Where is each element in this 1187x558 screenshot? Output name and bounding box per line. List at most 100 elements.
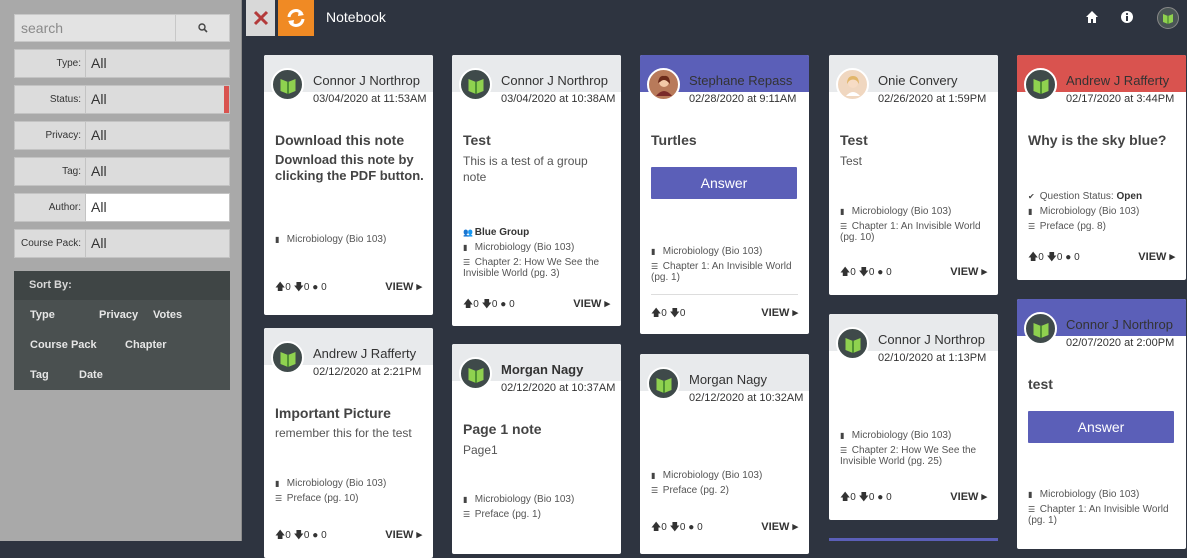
- comment-icon[interactable]: ●: [688, 522, 694, 533]
- chapter-name: Preface (pg. 8): [1039, 221, 1106, 232]
- answer-button[interactable]: Answer: [1028, 411, 1174, 443]
- view-link[interactable]: VIEW ▸: [950, 490, 987, 503]
- view-link[interactable]: VIEW ▸: [950, 265, 987, 278]
- view-link[interactable]: VIEW ▸: [385, 528, 422, 541]
- course-pack-filter-select[interactable]: All: [86, 229, 230, 258]
- author-name: Connor J Northrop: [1066, 317, 1173, 332]
- author-filter: Author: All: [14, 193, 230, 222]
- downvote-icon[interactable]: 🡇: [294, 282, 304, 293]
- downvote-icon[interactable]: 🡇: [482, 299, 492, 310]
- note-body: Page1: [463, 443, 498, 457]
- chapter-name: Chapter 2: How We See the Invisible Worl…: [840, 445, 977, 467]
- comment-icon[interactable]: ●: [312, 282, 318, 293]
- sort-type[interactable]: Type: [30, 309, 55, 321]
- privacy-filter-select[interactable]: All: [86, 121, 230, 150]
- view-link[interactable]: VIEW ▸: [761, 306, 798, 319]
- upvote-icon[interactable]: 🡅: [1028, 252, 1038, 263]
- sort-course-pack[interactable]: Course Pack: [30, 339, 97, 351]
- author-name: Connor J Northrop: [501, 73, 608, 88]
- note-card[interactable]: Connor J Northrop 02/10/2020 at 1:13PM ▮…: [829, 314, 998, 520]
- sort-title: Sort By:: [14, 271, 230, 300]
- home-icon[interactable]: [1085, 10, 1099, 24]
- status-filter-value: All: [91, 91, 107, 107]
- note-card[interactable]: Morgan Nagy 02/12/2020 at 10:32AM ▮ Micr…: [640, 354, 809, 554]
- chapter-tag: ☰ Chapter 1: An Invisible World (pg. 10): [840, 221, 990, 243]
- note-card[interactable]: Morgan Nagy 02/12/2020 at 10:37AM Page 1…: [452, 344, 621, 554]
- sort-votes[interactable]: Votes: [153, 309, 182, 321]
- book-logo-icon: [1033, 78, 1048, 94]
- comment-icon[interactable]: ●: [877, 267, 883, 278]
- author-name: Andrew J Rafferty: [1066, 73, 1170, 88]
- sort-panel: Sort By: Type Privacy Votes Course Pack …: [14, 271, 230, 390]
- downvote-icon[interactable]: 🡇: [859, 267, 869, 278]
- upvote-icon[interactable]: 🡅: [463, 299, 473, 310]
- comment-icon[interactable]: ●: [312, 530, 318, 541]
- note-card[interactable]: Andrew J Rafferty 02/12/2020 at 2:21PM I…: [264, 328, 433, 558]
- author-name: Connor J Northrop: [878, 332, 985, 347]
- upvote-icon[interactable]: 🡅: [275, 530, 285, 541]
- chapter-name: Chapter 2: How We See the Invisible Worl…: [463, 257, 600, 279]
- author-avatar: [271, 68, 304, 101]
- status-filter-select[interactable]: All: [86, 85, 230, 114]
- author-filter-input[interactable]: All: [86, 193, 230, 222]
- note-card[interactable]: Connor J Northrop 03/04/2020 at 11:53AM …: [264, 55, 433, 315]
- search-button[interactable]: [175, 14, 230, 42]
- search-input[interactable]: search: [14, 14, 175, 42]
- tag-filter-select[interactable]: All: [86, 157, 230, 186]
- comment-icon[interactable]: ●: [877, 492, 883, 503]
- refresh-button[interactable]: [278, 0, 314, 36]
- author-avatar: [647, 68, 680, 101]
- user-avatar[interactable]: [1157, 7, 1179, 29]
- person-photo-icon: [655, 75, 672, 96]
- book-logo-icon: [468, 367, 483, 383]
- note-date: 02/17/2020 at 3:44PM: [1066, 93, 1175, 105]
- upvote-icon[interactable]: 🡅: [840, 267, 850, 278]
- question-card[interactable]: Connor J Northrop 02/07/2020 at 2:00PM t…: [1017, 299, 1186, 549]
- vote-counts: 🡅0 🡇0 ● 0: [275, 530, 327, 541]
- downvote-icon[interactable]: 🡇: [1047, 252, 1057, 263]
- type-filter-select[interactable]: All: [86, 49, 230, 78]
- downvote-icon[interactable]: 🡇: [670, 308, 680, 319]
- list-icon: ☰: [1028, 505, 1036, 514]
- close-button[interactable]: [246, 0, 275, 36]
- author-name: Connor J Northrop: [313, 73, 420, 88]
- note-date: 02/12/2020 at 10:32AM: [689, 392, 804, 404]
- upvote-icon[interactable]: 🡅: [651, 308, 661, 319]
- sort-date[interactable]: Date: [79, 369, 103, 381]
- comment-icon[interactable]: ●: [500, 299, 506, 310]
- view-link[interactable]: VIEW ▸: [761, 520, 798, 533]
- note-card[interactable]: Onie Convery 02/26/2020 at 1:59PM Test T…: [829, 55, 998, 295]
- card-footer: 🡅0 🡇0 ● 0 VIEW ▸: [840, 490, 987, 504]
- course-name: Microbiology (Bio 103): [286, 478, 387, 489]
- view-link[interactable]: VIEW ▸: [385, 280, 422, 293]
- question-card[interactable]: Andrew J Rafferty 02/17/2020 at 3:44PM W…: [1017, 55, 1186, 280]
- privacy-filter-label: Privacy:: [14, 121, 86, 150]
- downvote-icon[interactable]: 🡇: [670, 522, 680, 533]
- question-card[interactable]: Stephane Repass 02/28/2020 at 9:11AM Tur…: [640, 55, 809, 334]
- vote-counts: 🡅0 🡇0 ● 0: [1028, 252, 1080, 263]
- author-avatar: [459, 357, 492, 390]
- upvote-icon[interactable]: 🡅: [275, 282, 285, 293]
- status-indicator: [224, 86, 229, 113]
- book-logo-icon: [845, 337, 860, 353]
- view-link[interactable]: VIEW ▸: [1138, 250, 1175, 263]
- downvote-icon[interactable]: 🡇: [294, 530, 304, 541]
- comment-icon[interactable]: ●: [1065, 252, 1071, 263]
- course-tag: ▮ Microbiology (Bio 103): [275, 234, 425, 245]
- sort-tag[interactable]: Tag: [30, 369, 49, 381]
- list-icon: ☰: [275, 494, 283, 503]
- vote-counts: 🡅0 🡇0 ● 0: [275, 282, 327, 293]
- note-date: 02/12/2020 at 2:21PM: [313, 366, 422, 378]
- sort-chapter[interactable]: Chapter: [125, 339, 167, 351]
- view-link[interactable]: VIEW ▸: [573, 297, 610, 310]
- upvote-icon[interactable]: 🡅: [840, 492, 850, 503]
- note-card[interactable]: Connor J Northrop 03/04/2020 at 10:38AM …: [452, 55, 621, 326]
- chapter-name: Chapter 1: An Invisible World (pg. 1): [1028, 504, 1169, 526]
- upvote-icon[interactable]: 🡅: [651, 522, 661, 533]
- answer-button[interactable]: Answer: [651, 167, 797, 199]
- downvote-icon[interactable]: 🡇: [859, 492, 869, 503]
- sort-privacy[interactable]: Privacy: [99, 309, 138, 321]
- course-tag: ▮ Microbiology (Bio 103): [463, 242, 613, 253]
- course-name: Microbiology (Bio 103): [1039, 489, 1140, 500]
- info-icon[interactable]: [1120, 10, 1134, 24]
